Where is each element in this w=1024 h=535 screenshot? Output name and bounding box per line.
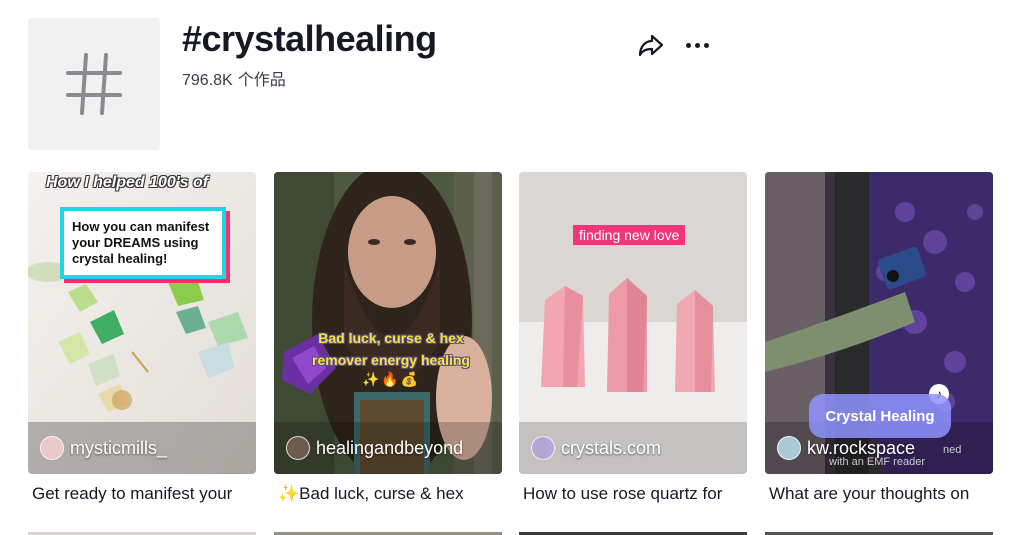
video-author[interactable]: mysticmills_	[40, 436, 167, 460]
video-thumbnail[interactable]: ♪ Crystal Healing ned with an EMF reader…	[765, 172, 993, 474]
author-name: mysticmills_	[70, 437, 167, 458]
hashtag-icon	[66, 53, 122, 115]
author-name: crystals.com	[561, 437, 662, 458]
video-author[interactable]: kw.rockspace	[777, 436, 915, 460]
thumbnail-image	[519, 172, 747, 474]
video-card[interactable]: ♪ Crystal Healing ned with an EMF reader…	[765, 172, 993, 503]
hashtag-avatar	[28, 18, 160, 150]
overlay-tag: finding new love	[573, 225, 686, 245]
more-dots-icon	[685, 42, 691, 48]
video-count: 796.8K 个作品	[182, 66, 286, 90]
video-count-suffix: 个作品	[237, 72, 286, 89]
overlay-caption-text: Bad luck, curse & hex remover energy hea…	[312, 330, 470, 368]
more-dot	[703, 42, 709, 48]
avatar	[531, 436, 555, 460]
thumbnail-image	[274, 172, 502, 474]
overlay-pill: Crystal Healing	[809, 394, 951, 438]
video-thumbnail[interactable]: finding new love crystals.com	[519, 172, 747, 474]
author-name: healingandbeyond	[316, 437, 464, 458]
author-name: kw.rockspace	[807, 437, 916, 458]
video-caption[interactable]: Get ready to manifest your	[32, 484, 258, 504]
share-arrow-icon	[638, 34, 664, 57]
page-title: #crystalhealing	[182, 18, 437, 59]
video-author[interactable]: healingandbeyond	[286, 436, 463, 460]
video-count-number: 796.8K	[182, 72, 233, 89]
video-caption[interactable]: What are your thoughts on	[769, 484, 995, 504]
overlay-subtext-partial: ned	[943, 444, 962, 456]
video-card[interactable]: finding new love crystals.com How to use…	[519, 172, 747, 503]
avatar	[40, 436, 64, 460]
video-thumbnail[interactable]: Bad luck, curse & hex remover energy hea…	[274, 172, 502, 474]
more-dot	[694, 42, 700, 48]
video-card[interactable]: How I helped 100's of How you can manife…	[28, 172, 256, 503]
overlay-heading: How I helped 100's of	[46, 174, 209, 191]
avatar	[286, 436, 310, 460]
overlay-text-box: How you can manifest your DREAMS using c…	[60, 207, 226, 279]
video-card[interactable]: Bad luck, curse & hex remover energy hea…	[274, 172, 502, 503]
video-author[interactable]: crystals.com	[531, 436, 661, 460]
video-thumbnail[interactable]: How I helped 100's of How you can manife…	[28, 172, 256, 474]
video-caption[interactable]: ✨Bad luck, curse & hex	[278, 484, 504, 504]
video-caption[interactable]: How to use rose quartz for	[523, 484, 749, 504]
overlay-emoji: ✨🔥💰	[362, 371, 421, 387]
more-options-button[interactable]	[682, 31, 712, 59]
avatar	[777, 436, 801, 460]
share-button[interactable]	[637, 31, 665, 59]
